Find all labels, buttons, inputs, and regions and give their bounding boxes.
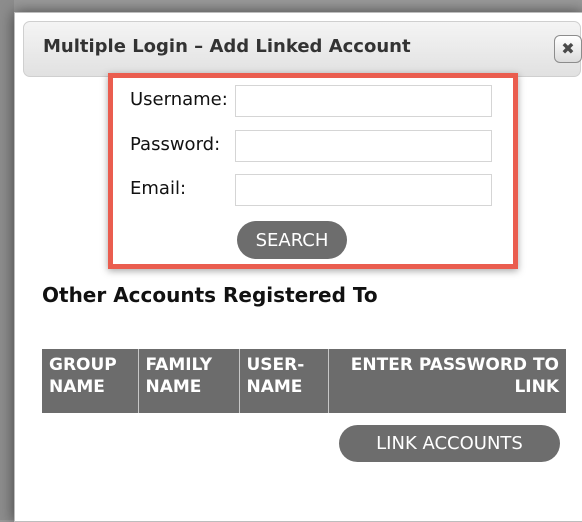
username-input[interactable] <box>235 85 492 117</box>
close-button[interactable]: ✖ <box>554 35 582 63</box>
dialog-titlebar: Multiple Login – Add Linked Account ✖ <box>23 21 582 77</box>
dialog-title: Multiple Login – Add Linked Account <box>43 36 411 57</box>
password-input[interactable] <box>235 130 492 162</box>
table-header-row: GROUP NAME FAMILY NAME USER-NAME ENTER P… <box>42 349 566 413</box>
column-header-group-name: GROUP NAME <box>42 349 139 413</box>
email-label: Email: <box>130 178 187 199</box>
linked-account-dialog: Multiple Login – Add Linked Account ✖ Us… <box>14 12 582 522</box>
other-accounts-heading: Other Accounts Registered To <box>42 283 378 307</box>
search-button[interactable]: SEARCH <box>237 221 347 259</box>
email-input[interactable] <box>235 174 492 206</box>
column-header-enter-password: ENTER PASSWORD TO LINK <box>350 355 559 397</box>
page-backdrop <box>0 0 14 520</box>
column-header-username: USER-NAME <box>239 349 329 413</box>
close-icon: ✖ <box>561 39 575 58</box>
linked-accounts-table: GROUP NAME FAMILY NAME USER-NAME ENTER P… <box>42 349 566 413</box>
password-label: Password: <box>130 134 221 155</box>
search-form: Username: Password: Email: SEARCH <box>108 73 518 269</box>
column-header-family-name: FAMILY NAME <box>138 349 240 413</box>
link-accounts-button[interactable]: LINK ACCOUNTS <box>339 425 560 462</box>
username-label: Username: <box>130 89 228 110</box>
